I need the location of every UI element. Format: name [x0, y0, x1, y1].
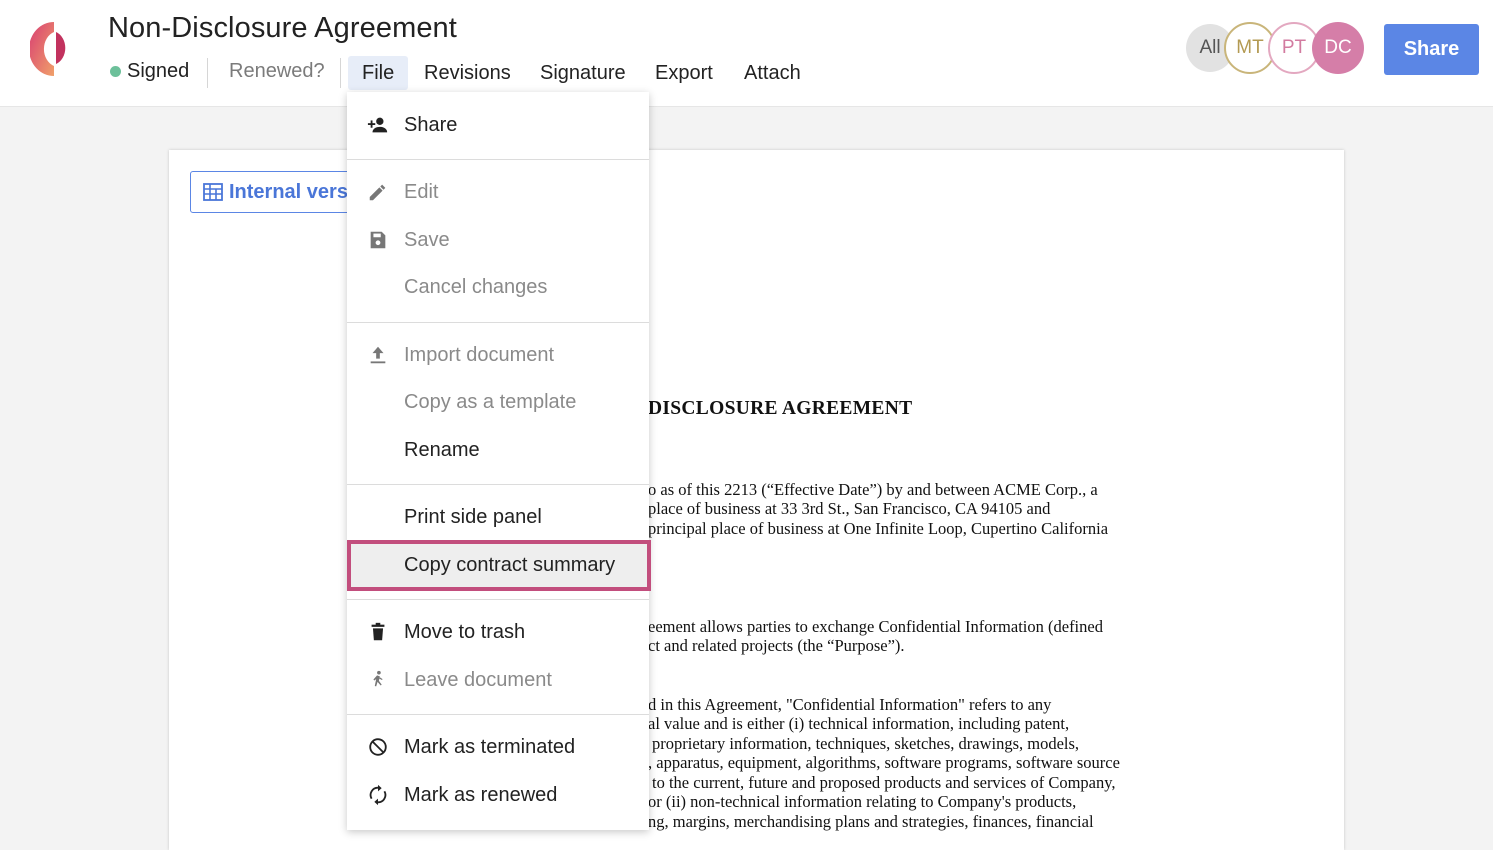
menu-item-save[interactable]: Save — [347, 218, 649, 262]
menu-item-mark-as-renewed[interactable]: Mark as renewed — [347, 773, 649, 817]
menu-item-edit[interactable]: Edit — [347, 170, 649, 214]
trash-icon — [371, 622, 385, 641]
menu-item-label: Cancel changes — [404, 275, 548, 298]
menu-item-label: Leave document — [404, 668, 552, 691]
tab-revisions[interactable]: Revisions — [410, 56, 525, 90]
menu-divider — [347, 484, 649, 485]
menu-item-import-document[interactable]: Import document — [347, 333, 649, 377]
paragraph-line: , apparatus, equipment, algorithms, soft… — [648, 753, 1120, 772]
block-icon — [369, 738, 387, 756]
renewed-link[interactable]: Renewed? — [229, 60, 325, 83]
status-label: Signed — [127, 60, 190, 82]
paragraph-line: principal place of business at One Infin… — [648, 519, 1109, 538]
menu-item-leave-document[interactable]: Leave document — [347, 658, 649, 702]
header-divider — [340, 58, 341, 88]
paragraph-line: proprietary information, techniques, ske… — [652, 734, 1080, 753]
collaborator-avatars: All MT PT DC — [1186, 22, 1366, 78]
file-menu: Share Edit Save Cancel changes Import do… — [347, 92, 651, 830]
header-divider — [207, 58, 208, 88]
menu-item-share[interactable]: Share — [347, 103, 649, 147]
menu-item-label: Mark as terminated — [404, 735, 576, 758]
paragraph-line: eement allows parties to exchange Confid… — [648, 617, 1103, 636]
status-signed[interactable]: Signed — [110, 60, 189, 83]
share-button[interactable]: Share — [1384, 24, 1479, 75]
paragraph-line: or (ii) non-technical information relati… — [648, 792, 1077, 811]
menu-divider — [347, 159, 649, 160]
paragraph-line: place of business at 33 3rd St., San Fra… — [648, 499, 1051, 518]
menu-item-label: Import document — [404, 343, 555, 366]
menu-item-label: Copy as a template — [404, 390, 577, 413]
person-add-icon — [367, 117, 388, 133]
menu-item-label: Print side panel — [404, 505, 542, 528]
pencil-icon — [369, 184, 386, 201]
menu-item-label: Mark as renewed — [404, 783, 558, 806]
menu-item-label: Copy contract summary — [404, 554, 616, 576]
paragraph-line: d in this Agreement, "Confidential Infor… — [648, 695, 1052, 714]
paragraph-line: o as of this 2213 (“Effective Date”) by … — [648, 480, 1098, 499]
app-logo-icon — [30, 22, 66, 76]
tab-signature[interactable]: Signature — [526, 56, 640, 90]
menu-item-label: Share — [404, 113, 458, 136]
menu-divider — [347, 714, 649, 715]
tab-attach[interactable]: Attach — [730, 56, 815, 90]
paragraph-line: ng, margins, merchandising plans and str… — [648, 812, 1094, 831]
upload-icon — [370, 346, 386, 364]
tab-export[interactable]: Export — [641, 56, 727, 90]
menu-item-label: Save — [404, 228, 450, 251]
table-icon — [203, 183, 223, 201]
status-dot-icon — [110, 66, 121, 77]
sync-icon — [369, 784, 387, 806]
paragraph-line: ct and related projects (the “Purpose”). — [648, 636, 905, 655]
agreement-heading: DISCLOSURE AGREEMENT — [648, 398, 913, 419]
menu-item-mark-as-terminated[interactable]: Mark as terminated — [347, 725, 649, 769]
floppy-disk-icon — [370, 231, 386, 249]
paragraph-line: to the current, future and proposed prod… — [652, 773, 1116, 792]
menu-item-copy-as-template[interactable]: Copy as a template — [347, 380, 649, 424]
menu-item-cancel-changes[interactable]: Cancel changes — [347, 265, 649, 309]
menu-item-label: Move to trash — [404, 620, 526, 643]
menu-item-move-to-trash[interactable]: Move to trash — [347, 610, 649, 654]
tab-file[interactable]: File — [348, 56, 409, 90]
menu-item-copy-contract-summary[interactable]: Copy contract summary — [347, 540, 651, 591]
avatar-dc[interactable]: DC — [1312, 22, 1364, 74]
document-title[interactable]: Non-Disclosure Agreement — [108, 12, 457, 45]
paragraph-line: al value and is either (i) technical inf… — [648, 714, 1070, 733]
menu-item-label: Edit — [404, 180, 439, 203]
menu-item-label: Rename — [404, 438, 480, 461]
walking-person-icon — [373, 670, 383, 687]
menu-divider — [347, 599, 649, 600]
menu-item-rename[interactable]: Rename — [347, 428, 649, 472]
menu-divider — [347, 322, 649, 323]
internal-version-label: Internal versi — [229, 180, 354, 203]
app-header: Non-Disclosure Agreement Signed Renewed?… — [0, 0, 1493, 107]
menu-item-print-side-panel[interactable]: Print side panel — [347, 495, 649, 539]
